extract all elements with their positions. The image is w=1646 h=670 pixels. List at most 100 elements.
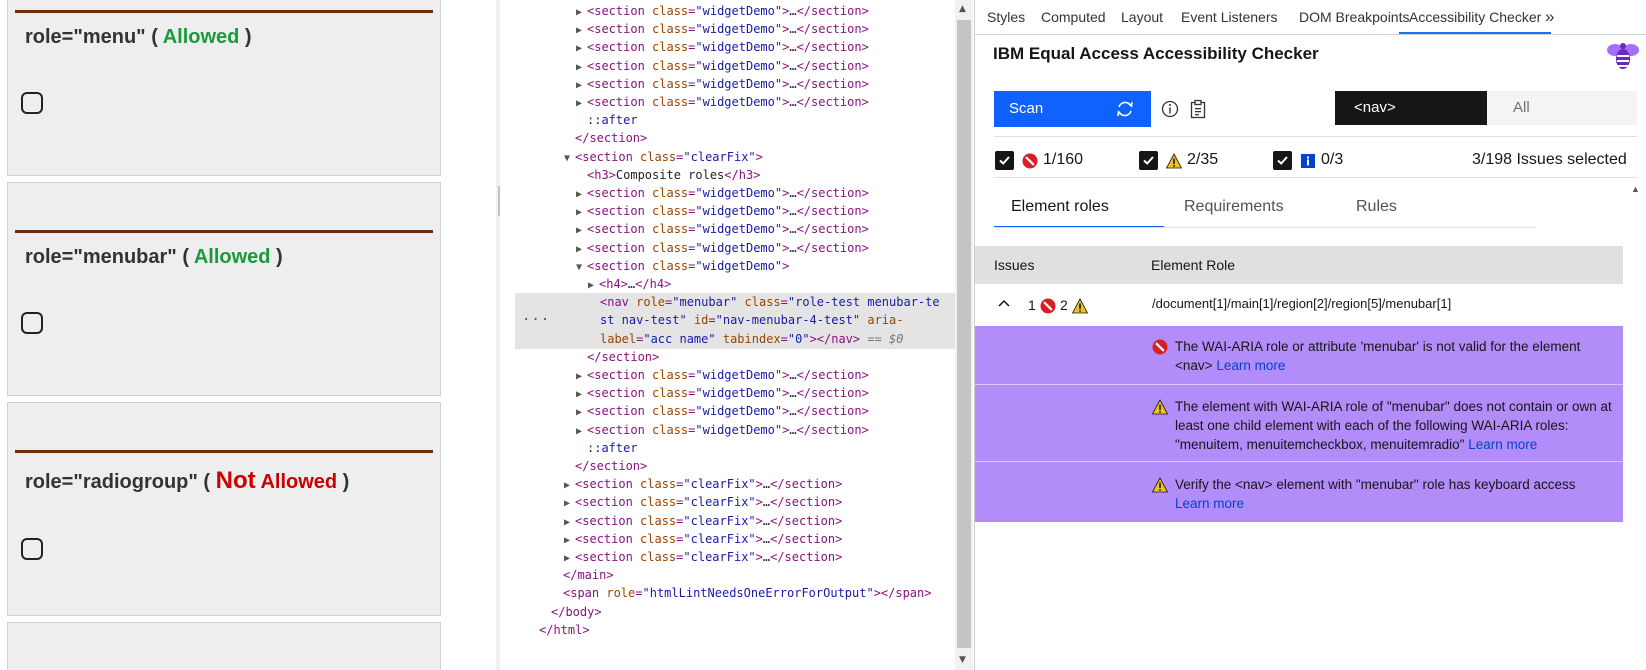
dom-node-line[interactable]: ▶ <section class="widgetDemo">…</section> [515, 184, 955, 203]
expand-toggle-icon: ▶ [576, 189, 583, 200]
issue-item-warning[interactable]: Verify the <nav> element with "menubar" … [975, 461, 1623, 522]
test-element-menu[interactable] [21, 92, 43, 114]
expand-toggle-icon: ▶ [564, 516, 571, 528]
selected-node-line[interactable]: label="acc name" tabindex="0"></nav> == … [515, 329, 955, 349]
dom-node-line[interactable]: ::after [515, 439, 955, 458]
tab-element-roles[interactable]: Element roles [994, 186, 1164, 228]
selected-node-line[interactable]: <nav role="menubar" class="role-test men… [515, 293, 955, 313]
expand-toggle-icon: ▶ [564, 553, 571, 564]
dom-node-line[interactable]: </section> [515, 348, 955, 367]
dom-node-line[interactable]: ▶ <section class="clearFix">…</section> [515, 530, 955, 549]
expand-toggle-icon: ▶ [576, 425, 583, 437]
tab-layout[interactable]: Layout [1121, 0, 1163, 34]
dom-node-line[interactable]: </html> [515, 621, 955, 640]
row-warning-count: 2 [1060, 297, 1068, 313]
chevron-up-icon[interactable] [997, 298, 1011, 308]
more-tabs-icon[interactable]: » [1545, 0, 1554, 34]
learn-more-link[interactable]: Learn more [1468, 437, 1537, 452]
violation-icon [1040, 298, 1056, 314]
dom-node-line[interactable]: ::after [515, 111, 955, 130]
dom-node-line[interactable]: ▶ <section class="clearFix">…</section> [515, 493, 955, 512]
clipboard-report-icon[interactable] [1189, 99, 1207, 119]
elements-tree[interactable]: ▶ <section class="widgetDemo">…</section>… [515, 0, 955, 670]
dom-node-line[interactable]: ▶ <section class="widgetDemo">…</section> [515, 57, 955, 76]
bee-logo-icon [1607, 43, 1639, 69]
scope-all-toggle[interactable]: All [1487, 91, 1637, 125]
learn-more-link[interactable]: Learn more [1216, 358, 1285, 373]
warning-icon [1072, 298, 1088, 314]
dom-node-line[interactable]: <h3>Composite roles</h3> [515, 166, 955, 185]
selected-node-line[interactable]: st nav-test" id="nav-menubar-4-test" ari… [515, 311, 955, 331]
expand-toggle-icon: ▶ [588, 280, 595, 291]
table-row[interactable]: 1 2 /document[1]/main[1]/region[2]/regio… [975, 284, 1623, 327]
dom-node-line[interactable]: ▶ <h4>…</h4> [515, 275, 955, 294]
learn-more-link[interactable]: Learn more [1175, 496, 1244, 511]
scan-label: Scan [1009, 100, 1044, 117]
elements-scrollbar[interactable]: ▲ ▼ [955, 0, 973, 670]
elements-scrollbar-thumb[interactable] [957, 20, 971, 648]
tab-event-listeners[interactable]: Event Listeners [1181, 0, 1278, 34]
dom-node-line[interactable]: ▼ <section class="widgetDemo"> [515, 257, 955, 276]
expand-toggle-icon: ▶ [564, 498, 571, 510]
dom-node-line[interactable]: </section> [515, 457, 955, 476]
dom-node-line[interactable]: </section> [515, 129, 955, 148]
card-title: role="menu" ( Allowed ) [25, 26, 252, 48]
expand-toggle-icon: ▶ [576, 7, 583, 18]
page-scrollbar[interactable] [496, 0, 500, 670]
scope-dropdown[interactable]: <nav> [1335, 91, 1487, 125]
test-element-radiogroup[interactable] [21, 538, 43, 560]
needs-review-count: 2/35 [1187, 151, 1219, 168]
violations-checkbox[interactable] [995, 151, 1014, 170]
expand-toggle-icon: ▶ [576, 43, 583, 55]
issue-item-violation[interactable]: The WAI-ARIA role or attribute 'menubar'… [975, 326, 1623, 384]
dom-node-line[interactable]: ▶ <section class="widgetDemo">…</section> [515, 2, 955, 21]
card-divider [15, 10, 433, 13]
expand-toggle-icon: ▶ [576, 25, 583, 37]
tab-styles[interactable]: Styles [987, 0, 1025, 34]
dom-node-line[interactable]: ▶ <section class="widgetDemo">…</section> [515, 38, 955, 57]
dom-node-line[interactable]: ▶ <section class="widgetDemo">…</section> [515, 75, 955, 94]
dom-node-line[interactable]: ▶ <section class="widgetDemo">…</section> [515, 20, 955, 39]
card-title: role="radiogroup" ( Not Allowed ) [25, 467, 350, 494]
checker-scrollbar[interactable]: ▲ [1623, 180, 1646, 670]
dom-node-line[interactable]: </body> [515, 603, 955, 622]
page-preview: role="menu" ( Allowed ) role="menubar" (… [0, 0, 500, 670]
dom-node-line[interactable]: ▶ <section class="widgetDemo">…</section> [515, 93, 955, 112]
scroll-up-icon[interactable]: ▲ [959, 4, 966, 14]
dom-node-line[interactable]: ▶ <section class="widgetDemo">…</section> [515, 384, 955, 403]
dom-node-line[interactable]: ▶ <section class="widgetDemo">…</section> [515, 202, 955, 221]
header-issues: Issues [994, 257, 1035, 273]
checker-title: IBM Equal Access Accessibility Checker [993, 44, 1319, 63]
info-icon[interactable] [1161, 100, 1179, 118]
dom-node-line[interactable]: ▶ <section class="widgetDemo">…</section> [515, 402, 955, 421]
tab-computed[interactable]: Computed [1041, 0, 1106, 34]
warning-icon [1166, 153, 1182, 169]
dom-node-line[interactable]: </main> [515, 566, 955, 585]
needs-review-checkbox[interactable] [1139, 151, 1158, 170]
dom-node-line[interactable]: ▶ <section class="clearFix">…</section> [515, 512, 955, 531]
recommendations-checkbox[interactable] [1273, 151, 1292, 170]
test-element-menubar[interactable] [21, 312, 43, 334]
dom-node-line[interactable]: ▶ <section class="clearFix">…</section> [515, 475, 955, 494]
scroll-up-icon[interactable]: ▲ [1631, 184, 1640, 194]
more-actions-icon[interactable]: ··· [522, 312, 550, 328]
dom-node-line[interactable]: ▶ <section class="clearFix">…</section> [515, 548, 955, 567]
expand-toggle-icon: ▶ [576, 225, 583, 237]
issue-item-warning[interactable]: The element with WAI-ARIA role of "menub… [975, 384, 1623, 461]
page-scrollbar-thumb[interactable] [498, 186, 500, 216]
dom-node-line[interactable]: ▶ <section class="widgetDemo">…</section> [515, 239, 955, 258]
tab-rules[interactable]: Rules [1356, 186, 1397, 228]
allowed-label: Allowed [255, 471, 338, 493]
dom-node-line[interactable]: ▶ <section class="widgetDemo">…</section> [515, 220, 955, 239]
dom-node-line[interactable]: ▶ <section class="widgetDemo">…</section> [515, 421, 955, 440]
scroll-down-icon[interactable]: ▼ [959, 655, 966, 665]
recommendation-icon [1301, 154, 1315, 168]
dom-node-line[interactable]: <span role="htmlLintNeedsOneErrorForOutp… [515, 584, 955, 603]
tab-accessibility-checker[interactable]: Accessibility Checker [1399, 0, 1552, 34]
sidebar-panel: Styles Computed Layout Event Listeners D… [974, 0, 1646, 670]
tab-dom-breakpoints[interactable]: DOM Breakpoints [1299, 0, 1409, 34]
dom-node-line[interactable]: ▶ <section class="widgetDemo">…</section> [515, 366, 955, 385]
tab-requirements[interactable]: Requirements [1184, 186, 1284, 228]
scan-button[interactable]: Scan [994, 91, 1151, 127]
dom-node-line[interactable]: ▼ <section class="clearFix"> [515, 148, 955, 167]
